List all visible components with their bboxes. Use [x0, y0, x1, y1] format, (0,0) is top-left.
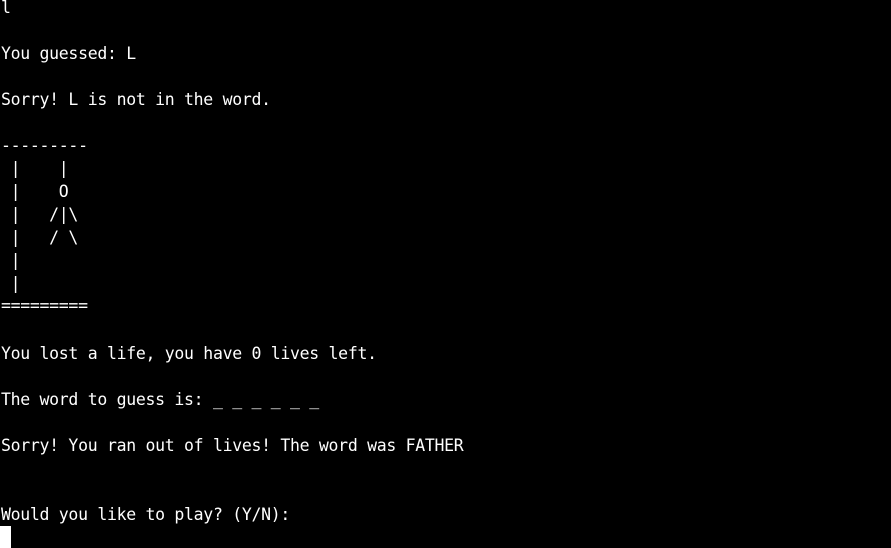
gallows-top: ---------	[1, 136, 88, 155]
out-of-lives-message: Sorry! You ran out of lives! The word wa…	[1, 436, 464, 455]
gallows-row: | / \	[1, 228, 79, 247]
lives-message: You lost a life, you have 0 lives left.	[1, 344, 377, 363]
text-cursor[interactable]	[0, 526, 11, 548]
word-to-guess: The word to guess is: _ _ _ _ _ _	[1, 390, 319, 409]
input-echo: l	[1, 0, 11, 17]
gallows-row: |	[1, 274, 21, 293]
terminal-window[interactable]: l You guessed: L Sorry! L is not in the …	[0, 0, 891, 548]
gallows-row: | O	[1, 182, 69, 201]
guessed-message: You guessed: L	[1, 44, 136, 63]
gallows-base: =========	[1, 296, 88, 315]
play-again-prompt: Would you like to play? (Y/N):	[1, 505, 291, 524]
not-in-word-message: Sorry! L is not in the word.	[1, 90, 271, 109]
gallows-row: | |	[1, 159, 69, 178]
gallows-row: |	[1, 251, 21, 270]
gallows-row: | /|\	[1, 205, 79, 224]
